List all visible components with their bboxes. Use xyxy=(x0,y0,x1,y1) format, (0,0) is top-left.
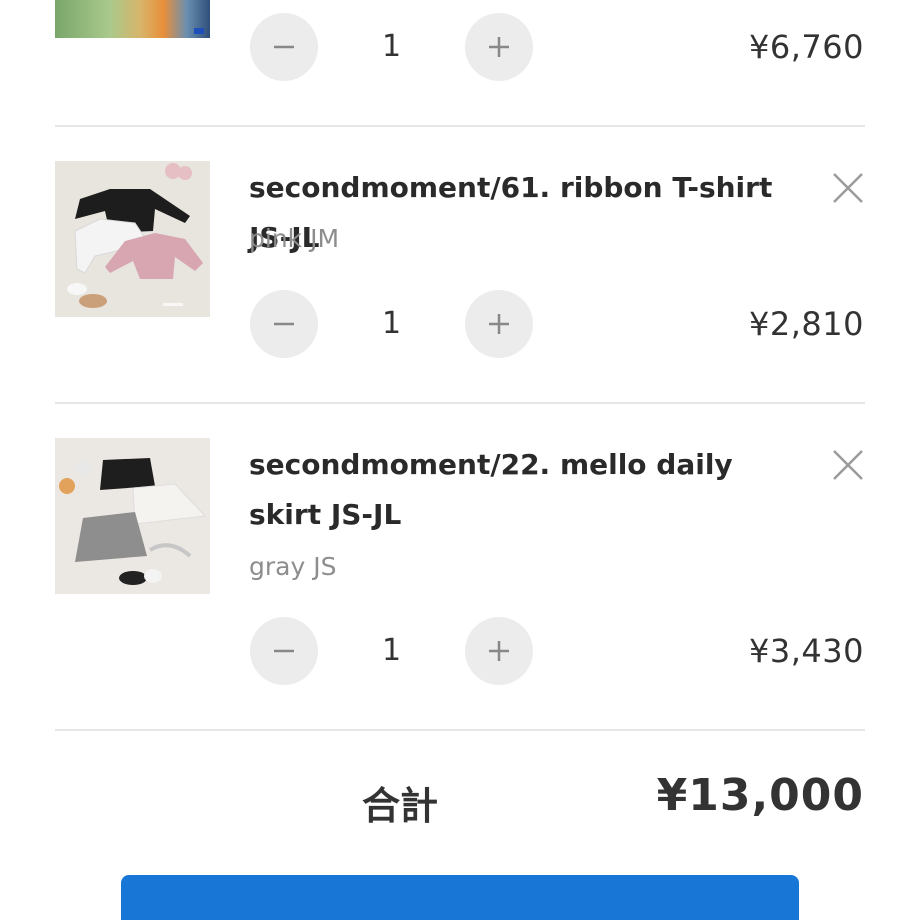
item-variant: pink JM xyxy=(249,224,340,253)
close-icon xyxy=(833,450,863,480)
quantity-value: 1 xyxy=(381,29,402,64)
decrease-quantity-button[interactable] xyxy=(250,290,318,358)
quantity-stepper: 1 xyxy=(250,13,533,83)
item-price: ¥6,760 xyxy=(749,28,864,66)
total-value: ¥13,000 xyxy=(656,770,864,821)
item-divider xyxy=(55,125,865,127)
close-icon xyxy=(833,173,863,203)
increase-quantity-button[interactable] xyxy=(465,13,533,81)
product-photo-ribbon xyxy=(55,161,210,317)
cart-page: 1 ¥6,760 secondmoment/61. ribbon T-shirt… xyxy=(0,0,920,920)
increase-quantity-button[interactable] xyxy=(465,290,533,358)
plus-icon xyxy=(489,641,509,661)
remove-item-button[interactable] xyxy=(830,170,866,206)
plus-icon xyxy=(489,37,509,57)
remove-item-button[interactable] xyxy=(830,447,866,483)
item-price: ¥2,810 xyxy=(749,305,864,343)
quantity-value: 1 xyxy=(381,633,402,668)
decrease-quantity-button[interactable] xyxy=(250,617,318,685)
plus-icon xyxy=(489,314,509,334)
increase-quantity-button[interactable] xyxy=(465,617,533,685)
item-divider xyxy=(55,729,865,731)
total-label: 合計 xyxy=(362,784,439,828)
minus-icon xyxy=(274,649,294,653)
item-price: ¥3,430 xyxy=(749,632,864,670)
minus-icon xyxy=(274,322,294,326)
minus-icon xyxy=(274,45,294,49)
quantity-stepper: 1 xyxy=(250,290,533,360)
product-thumbnail[interactable] xyxy=(55,0,210,38)
item-divider xyxy=(55,402,865,404)
thumbnail-tag xyxy=(194,28,204,34)
product-thumbnail[interactable] xyxy=(55,161,210,317)
checkout-button[interactable] xyxy=(121,875,799,920)
quantity-stepper: 1 xyxy=(250,617,533,687)
product-thumbnail[interactable] xyxy=(55,438,210,594)
product-photo-skirt xyxy=(55,438,210,594)
decrease-quantity-button[interactable] xyxy=(250,13,318,81)
item-variant: gray JS xyxy=(249,552,337,581)
item-title[interactable]: secondmoment/22. mello daily skirt JS-JL xyxy=(249,440,809,540)
quantity-value: 1 xyxy=(381,306,402,341)
